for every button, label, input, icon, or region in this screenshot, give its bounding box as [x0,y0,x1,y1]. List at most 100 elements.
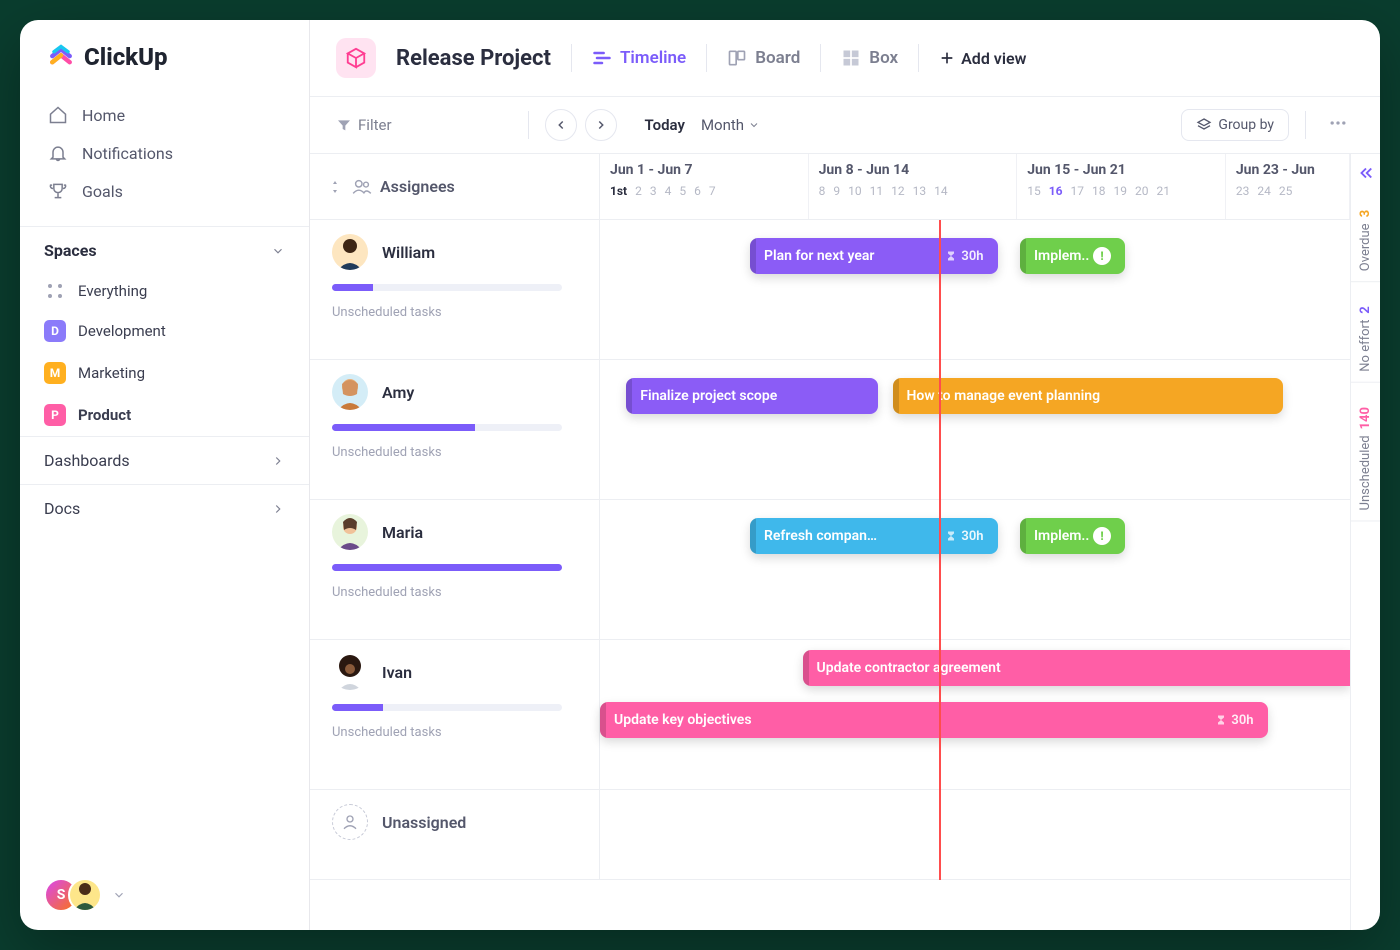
progress-bar [332,284,562,291]
task-bar[interactable]: Refresh compan… 30h [750,518,998,554]
nav-home[interactable]: Home [38,96,291,134]
sidebar-item-docs[interactable]: Docs [20,484,309,532]
avatar-icon [332,234,368,270]
assignees-column-header[interactable]: Assignees [310,154,600,219]
space-badge-icon: M [44,362,66,384]
week-label: Jun 23 - Jun [1236,162,1339,178]
nav-goals[interactable]: Goals [38,172,291,210]
task-bar[interactable]: Update key objectives 30h [600,702,1268,738]
divider [528,111,529,139]
range-selector[interactable]: Month [701,116,760,134]
space-badge-icon: P [44,404,66,426]
board-icon [727,48,747,68]
task-label: Implem.. [1034,248,1089,264]
timeline-body: William Unscheduled tasks Plan for next … [310,220,1350,880]
day-labels: 15161718192021 [1027,184,1215,198]
progress-bar [332,704,562,711]
avatar-icon [332,654,368,690]
tab-board[interactable]: Board [727,48,800,68]
project-title: Release Project [396,46,551,71]
rail-no-effort[interactable]: No effort 2 [1351,296,1380,383]
sidebar-item-marketing[interactable]: M Marketing [20,352,309,394]
task-bar[interactable]: How to manage event planning [893,378,1283,414]
layers-icon [1196,117,1212,133]
rail-unscheduled[interactable]: Unscheduled 140 [1351,397,1380,521]
unassigned-icon [332,804,368,840]
assignee-row-unassigned: Unassigned [310,790,1350,880]
assignee-name: Maria [382,523,423,542]
task-lane[interactable]: Refresh compan… 30h Implem.. ! [600,500,1350,639]
nav-notifications[interactable]: Notifications [38,134,291,172]
grid-dots-icon [44,282,66,300]
task-lane[interactable] [600,790,1350,879]
task-lane[interactable]: Plan for next year 30h Implem.. ! [600,220,1350,359]
spaces-header[interactable]: Spaces [20,226,309,272]
task-estimate: 30h [945,249,983,264]
assignee-row: Amy Unscheduled tasks Finalize project s… [310,360,1350,500]
timeline-icon [592,48,612,68]
task-label: Implem.. [1034,528,1089,544]
group-by-button[interactable]: Group by [1181,109,1289,141]
progress-bar [332,564,562,571]
task-bar[interactable]: Implem.. ! [1020,238,1125,274]
people-icon [352,179,372,195]
filter-button[interactable]: Filter [336,116,392,134]
next-button[interactable] [585,109,617,141]
week-label: Jun 1 - Jun 7 [610,162,798,178]
sidebar-item-product[interactable]: P Product [20,394,309,436]
alert-icon: ! [1093,527,1111,545]
assignee-name: William [382,243,435,262]
task-label: How to manage event planning [907,388,1101,404]
assignee-cell[interactable]: Amy Unscheduled tasks [310,360,600,499]
task-bar[interactable]: Update contractor agreement [803,650,1351,686]
section-label: Docs [44,499,80,518]
task-bar[interactable]: Finalize project scope [626,378,877,414]
week-label: Jun 8 - Jun 14 [819,162,1007,178]
assignee-name: Ivan [382,663,412,682]
tab-label: Board [755,48,800,68]
collapse-rail-button[interactable] [1357,164,1375,186]
clickup-logo-icon [46,42,76,72]
today-button[interactable]: Today [645,116,685,134]
user-switcher[interactable]: S [44,878,102,912]
unscheduled-link[interactable]: Unscheduled tasks [332,725,577,740]
logo[interactable]: ClickUp [20,20,309,92]
unscheduled-link[interactable]: Unscheduled tasks [332,445,577,460]
task-bar[interactable]: Implem.. ! [1020,518,1125,554]
divider [1305,111,1306,139]
divider [918,44,919,72]
timeline: Assignees Jun 1 - Jun 7 1st234567 Jun 8 … [310,154,1380,930]
assignee-cell[interactable]: Unassigned [310,790,600,879]
task-estimate: 30h [945,529,983,544]
sidebar-item-dashboards[interactable]: Dashboards [20,436,309,484]
sidebar-item-everything[interactable]: Everything [20,272,309,310]
right-rail: Overdue 3 No effort 2 Unscheduled 140 [1350,154,1380,930]
project-icon[interactable] [336,38,376,78]
assignee-cell[interactable]: William Unscheduled tasks [310,220,600,359]
task-lane[interactable]: Update contractor agreement Update key o… [600,640,1350,789]
task-bar[interactable]: Plan for next year 30h [750,238,998,274]
sidebar-item-development[interactable]: D Development [20,310,309,352]
primary-nav: Home Notifications Goals [20,92,309,226]
assignee-cell[interactable]: Ivan Unscheduled tasks [310,640,600,789]
timeline-toolbar: Filter Today Month Group by [310,97,1380,154]
unscheduled-link[interactable]: Unscheduled tasks [332,585,577,600]
tab-timeline[interactable]: Timeline [592,48,686,68]
chevron-down-icon[interactable] [112,888,126,902]
hourglass-icon [1215,714,1227,726]
sidebar: ClickUp Home Notifications Goals Spaces [20,20,310,930]
assignee-name: Unassigned [382,813,466,832]
more-menu-button[interactable] [1322,113,1354,137]
task-lane[interactable]: Finalize project scope How to manage eve… [600,360,1350,499]
add-view-label: Add view [961,49,1026,68]
add-view-button[interactable]: Add view [939,49,1026,68]
assignee-cell[interactable]: Maria Unscheduled tasks [310,500,600,639]
space-badge-icon: D [44,320,66,342]
progress-bar [332,424,562,431]
hourglass-icon [945,250,957,262]
tab-box[interactable]: Box [841,48,898,68]
rail-overdue[interactable]: Overdue 3 [1351,200,1380,282]
progress-fill [332,704,383,711]
prev-button[interactable] [545,109,577,141]
unscheduled-link[interactable]: Unscheduled tasks [332,305,577,320]
